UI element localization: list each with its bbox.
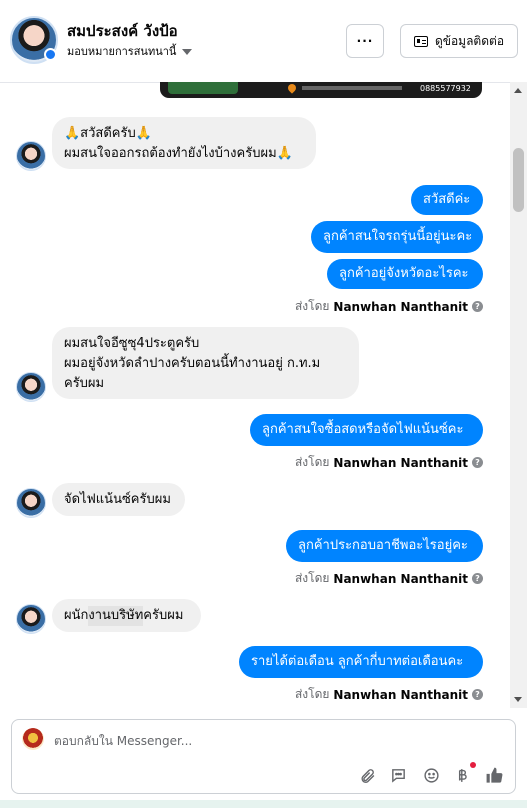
sent-by-prefix: ส่งโดย xyxy=(294,571,330,585)
incoming-message[interactable]: ผนัก งานบริษัท ครับผม xyxy=(52,599,201,632)
page-avatar xyxy=(22,728,44,750)
caret-down-icon xyxy=(182,49,193,55)
sent-by-prefix: ส่งโดย xyxy=(294,455,330,469)
sent-by-label: ส่งโดย Nanwhan Nanthanit ? xyxy=(295,569,483,588)
baht-icon[interactable] xyxy=(452,765,472,785)
contact-card-icon xyxy=(413,35,428,47)
sent-by-label: ส่งโดย Nanwhan Nanthanit ? xyxy=(295,685,483,704)
location-pin-icon xyxy=(286,82,298,94)
message-line: ครับผม xyxy=(64,376,105,391)
notification-dot xyxy=(470,762,476,768)
reply-composer xyxy=(11,719,516,794)
messenger-badge-icon xyxy=(44,48,57,61)
sent-by-agent[interactable]: Nanwhan Nanthanit xyxy=(333,456,468,470)
message-line: ผมอยู่จังหวัดลำปางครับตอนนี้ทำงานอยู่ ก.… xyxy=(64,356,321,371)
bottom-strip xyxy=(0,800,527,808)
sender-avatar[interactable] xyxy=(16,141,46,171)
sender-avatar[interactable] xyxy=(16,372,46,402)
assign-conversation-dropdown[interactable]: มอบหมายการสนทนานี้ xyxy=(67,42,193,60)
scroll-up-icon[interactable] xyxy=(514,88,522,93)
shared-image[interactable]: 0885577932 xyxy=(160,82,482,98)
scroll-down-icon[interactable] xyxy=(514,697,522,702)
message-line: ผมสนใจออกรถต้องทำยังไงบ้างครับผม🙏 xyxy=(64,146,293,161)
banner-logo xyxy=(168,82,238,94)
emoji-icon[interactable] xyxy=(421,765,441,785)
incoming-message[interactable]: 🙏สวัสดีครับ🙏 ผมสนใจออกรถต้องทำยังไงบ้างค… xyxy=(52,117,316,169)
outgoing-message[interactable]: ลูกค้าประกอบอาชีพอะไรอยู่คะ xyxy=(286,530,483,562)
reply-input[interactable] xyxy=(54,731,304,751)
message-text: ครับผม xyxy=(143,607,184,623)
incoming-message[interactable]: จัดไฟแน้นซ์ครับผม xyxy=(52,483,185,516)
highlighted-text: งานบริษัท xyxy=(88,605,144,626)
assign-label: มอบหมายการสนทนานี้ xyxy=(67,45,177,58)
outgoing-message[interactable]: ลูกค้าอยู่จังหวัดอะไรคะ xyxy=(327,259,483,289)
sent-by-prefix: ส่งโดย xyxy=(294,687,330,701)
comment-icon[interactable] xyxy=(388,765,408,785)
scrollbar-thumb[interactable] xyxy=(513,148,524,212)
contact-name[interactable]: สมประสงค์ วังป้อ xyxy=(67,19,178,43)
help-icon[interactable]: ? xyxy=(472,457,483,468)
help-icon[interactable]: ? xyxy=(472,689,483,700)
message-text: ผนัก xyxy=(64,607,89,623)
outgoing-message[interactable]: สวัสดีค่ะ xyxy=(411,185,483,215)
sent-by-prefix: ส่งโดย xyxy=(294,299,330,313)
sender-avatar[interactable] xyxy=(16,488,46,518)
help-icon[interactable]: ? xyxy=(472,301,483,312)
banner-phone: 0885577932 xyxy=(420,84,471,93)
sent-by-agent[interactable]: Nanwhan Nanthanit xyxy=(333,300,468,314)
sender-avatar[interactable] xyxy=(16,604,46,634)
outgoing-message[interactable]: ลูกค้าสนใจรถรุ่นนี้อยู่นะคะ xyxy=(311,221,483,253)
sent-by-label: ส่งโดย Nanwhan Nanthanit ? xyxy=(295,453,483,472)
message-line: 🙏สวัสดีครับ🙏 xyxy=(64,126,152,141)
message-line: ผมสนใจอีซูซุ4ประตูครับ xyxy=(64,336,200,351)
view-contact-button[interactable]: ดูข้อมูลติดต่อ xyxy=(400,24,518,58)
more-options-button[interactable]: ··· xyxy=(346,24,384,58)
attach-icon[interactable] xyxy=(357,765,377,785)
help-icon[interactable]: ? xyxy=(472,573,483,584)
sent-by-label: ส่งโดย Nanwhan Nanthanit ? xyxy=(295,297,483,316)
like-icon[interactable] xyxy=(484,765,504,785)
outgoing-message[interactable]: ลูกค้าสนใจซื้อสดหรือจัดไฟแน้นซ์คะ xyxy=(250,414,483,446)
outgoing-message[interactable]: รายได้ต่อเดือน ลูกค้ากี่บาทต่อเดือนคะ xyxy=(239,646,483,678)
banner-address xyxy=(302,86,402,90)
incoming-message[interactable]: ผมสนใจอีซูซุ4ประตูครับ ผมอยู่จังหวัดลำปา… xyxy=(52,327,359,399)
sent-by-agent[interactable]: Nanwhan Nanthanit xyxy=(333,572,468,586)
sent-by-agent[interactable]: Nanwhan Nanthanit xyxy=(333,688,468,702)
view-contact-label: ดูข้อมูลติดต่อ xyxy=(434,33,505,48)
conversation-header: สมประสงค์ วังป้อ มอบหมายการสนทนานี้ ··· … xyxy=(0,0,527,83)
